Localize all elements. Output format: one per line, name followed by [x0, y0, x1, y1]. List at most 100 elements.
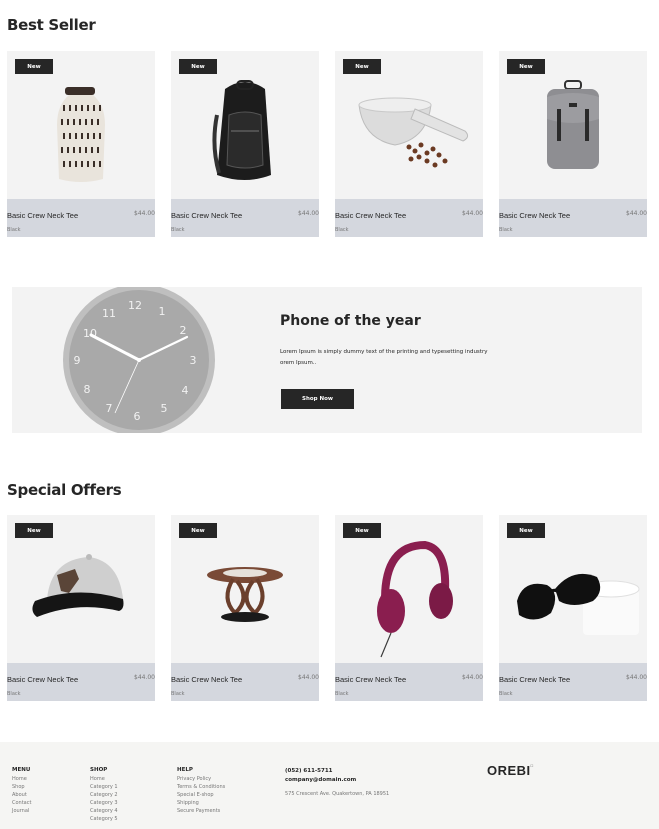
clock-number: 9 [74, 354, 81, 367]
product-color: Black [171, 227, 185, 233]
clock-number: 7 [106, 402, 113, 415]
footer-link[interactable]: Category 3 [90, 799, 118, 807]
footer-link[interactable]: Home [90, 775, 118, 783]
product-info: Basic Crew Neck Tee $44.00 Black [335, 663, 483, 701]
footer-heading: HELP [177, 767, 193, 773]
product-price: $44.00 [462, 674, 483, 681]
contact-phone[interactable]: (052) 611-5711 [285, 767, 389, 776]
footer-link[interactable]: Privacy Policy [177, 775, 225, 783]
product-image-mortar-pestle [335, 75, 483, 199]
product-name[interactable]: Basic Crew Neck Tee [499, 675, 570, 684]
special-offers-grid: New Basic Crew Neck Tee $44.00 Black New… [7, 515, 648, 701]
product-image-side-table [171, 539, 319, 663]
product-price: $44.00 [298, 674, 319, 681]
footer-shop-column: SHOP Home Category 1 Category 2 Category… [90, 767, 118, 823]
product-color: Black [499, 691, 513, 697]
contact-address: 575 Crescent Ave. Quakertown, PA 18951 [285, 791, 390, 797]
product-info: Basic Crew Neck Tee $44.00 Black [171, 663, 319, 701]
product-card[interactable]: New Basic Crew Neck Tee $44.00 Black [499, 51, 647, 237]
product-card[interactable]: New Basic Crew Neck Tee $44.00 Black [335, 51, 483, 237]
product-image-cap [7, 539, 155, 663]
clock-number: 4 [182, 384, 189, 397]
new-badge: New [507, 523, 545, 538]
product-color: Black [335, 227, 349, 233]
product-image-grey-backpack [499, 75, 647, 199]
footer-help-column: HELP Privacy Policy Terms & Conditions S… [177, 767, 225, 815]
clock-number: 3 [190, 354, 197, 367]
product-price: $44.00 [134, 210, 155, 217]
footer-contact: (052) 611-5711 company@domain.com 575 Cr… [285, 767, 389, 797]
new-badge: New [179, 59, 217, 74]
product-name[interactable]: Basic Crew Neck Tee [335, 211, 406, 220]
new-badge: New [343, 523, 381, 538]
footer-link[interactable]: Category 1 [90, 783, 118, 791]
new-badge: New [343, 59, 381, 74]
product-color: Black [7, 691, 21, 697]
product-color: Black [335, 691, 349, 697]
footer: MENU Home Shop About Contact Journal SHO… [0, 742, 659, 829]
footer-link[interactable]: Journal [12, 807, 31, 815]
logo-text: OREBI [487, 763, 531, 778]
product-image-sunglasses [499, 539, 647, 663]
footer-link[interactable]: Terms & Conditions [177, 783, 225, 791]
product-price: $44.00 [298, 210, 319, 217]
clock-number: 6 [134, 410, 141, 423]
footer-link[interactable]: Special E-shop [177, 791, 225, 799]
new-badge: New [15, 59, 53, 74]
clock-number: 11 [102, 307, 116, 320]
product-card[interactable]: New Basic Crew Neck Tee $44.00 Black [7, 515, 155, 701]
product-image-headphones [335, 539, 483, 663]
new-badge: New [507, 59, 545, 74]
ad-title: Phone of the year [280, 313, 421, 329]
product-info: Basic Crew Neck Tee $44.00 Black [171, 199, 319, 237]
orebi-logo[interactable]: OREBI□ [487, 763, 534, 778]
clock-number: 1 [159, 305, 166, 318]
clock-number: 2 [180, 324, 187, 337]
product-name[interactable]: Basic Crew Neck Tee [335, 675, 406, 684]
product-price: $44.00 [626, 674, 647, 681]
product-color: Black [171, 691, 185, 697]
footer-link[interactable]: Contact [12, 799, 31, 807]
product-color: Black [7, 227, 21, 233]
product-price: $44.00 [134, 674, 155, 681]
product-card[interactable]: New Basic Crew Neck Tee $44.00 Black [499, 515, 647, 701]
footer-link[interactable]: About [12, 791, 31, 799]
product-name[interactable]: Basic Crew Neck Tee [171, 211, 242, 220]
footer-link[interactable]: Shipping [177, 799, 225, 807]
new-badge: New [179, 523, 217, 538]
product-card[interactable]: New Basic Crew Neck Tee $44.00 Black [171, 51, 319, 237]
clock-number: 8 [84, 383, 91, 396]
footer-link[interactable]: Shop [12, 783, 31, 791]
footer-link[interactable]: Category 2 [90, 791, 118, 799]
clock-number: 12 [128, 299, 142, 312]
special-offers-title: Special Offers [7, 481, 122, 499]
product-card[interactable]: New Basic Crew Neck Tee $44.00 Black [171, 515, 319, 701]
product-name[interactable]: Basic Crew Neck Tee [171, 675, 242, 684]
product-info: Basic Crew Neck Tee $44.00 Black [7, 199, 155, 237]
contact-email[interactable]: company@domain.com [285, 776, 389, 785]
product-name[interactable]: Basic Crew Neck Tee [7, 675, 78, 684]
new-badge: New [15, 523, 53, 538]
product-price: $44.00 [626, 210, 647, 217]
clock-image: 12 1 2 3 4 5 6 7 8 9 10 11 [57, 284, 222, 436]
product-card[interactable]: New Basic Crew Neck Tee $44.00 Black [7, 51, 155, 237]
footer-link[interactable]: Category 5 [90, 815, 118, 823]
product-price: $44.00 [462, 210, 483, 217]
shop-now-button[interactable]: Shop Now [281, 389, 354, 409]
product-image-vase [7, 75, 155, 199]
footer-menu-column: MENU Home Shop About Contact Journal [12, 767, 31, 815]
product-info: Basic Crew Neck Tee $44.00 Black [499, 199, 647, 237]
product-image-black-backpack [171, 75, 319, 199]
product-name[interactable]: Basic Crew Neck Tee [7, 211, 78, 220]
product-name[interactable]: Basic Crew Neck Tee [499, 211, 570, 220]
product-info: Basic Crew Neck Tee $44.00 Black [7, 663, 155, 701]
product-info: Basic Crew Neck Tee $44.00 Black [499, 663, 647, 701]
footer-link[interactable]: Secure Payments [177, 807, 225, 815]
ad-banner: 12 1 2 3 4 5 6 7 8 9 10 11 Phone of the … [12, 284, 642, 436]
footer-heading: SHOP [90, 767, 108, 773]
product-card[interactable]: New Basic Crew Neck Tee $44.00 Black [335, 515, 483, 701]
best-seller-title: Best Seller [7, 16, 96, 34]
footer-link[interactable]: Home [12, 775, 31, 783]
ad-description: Lorem Ipsum is simply dummy text of the … [280, 349, 488, 366]
footer-link[interactable]: Category 4 [90, 807, 118, 815]
